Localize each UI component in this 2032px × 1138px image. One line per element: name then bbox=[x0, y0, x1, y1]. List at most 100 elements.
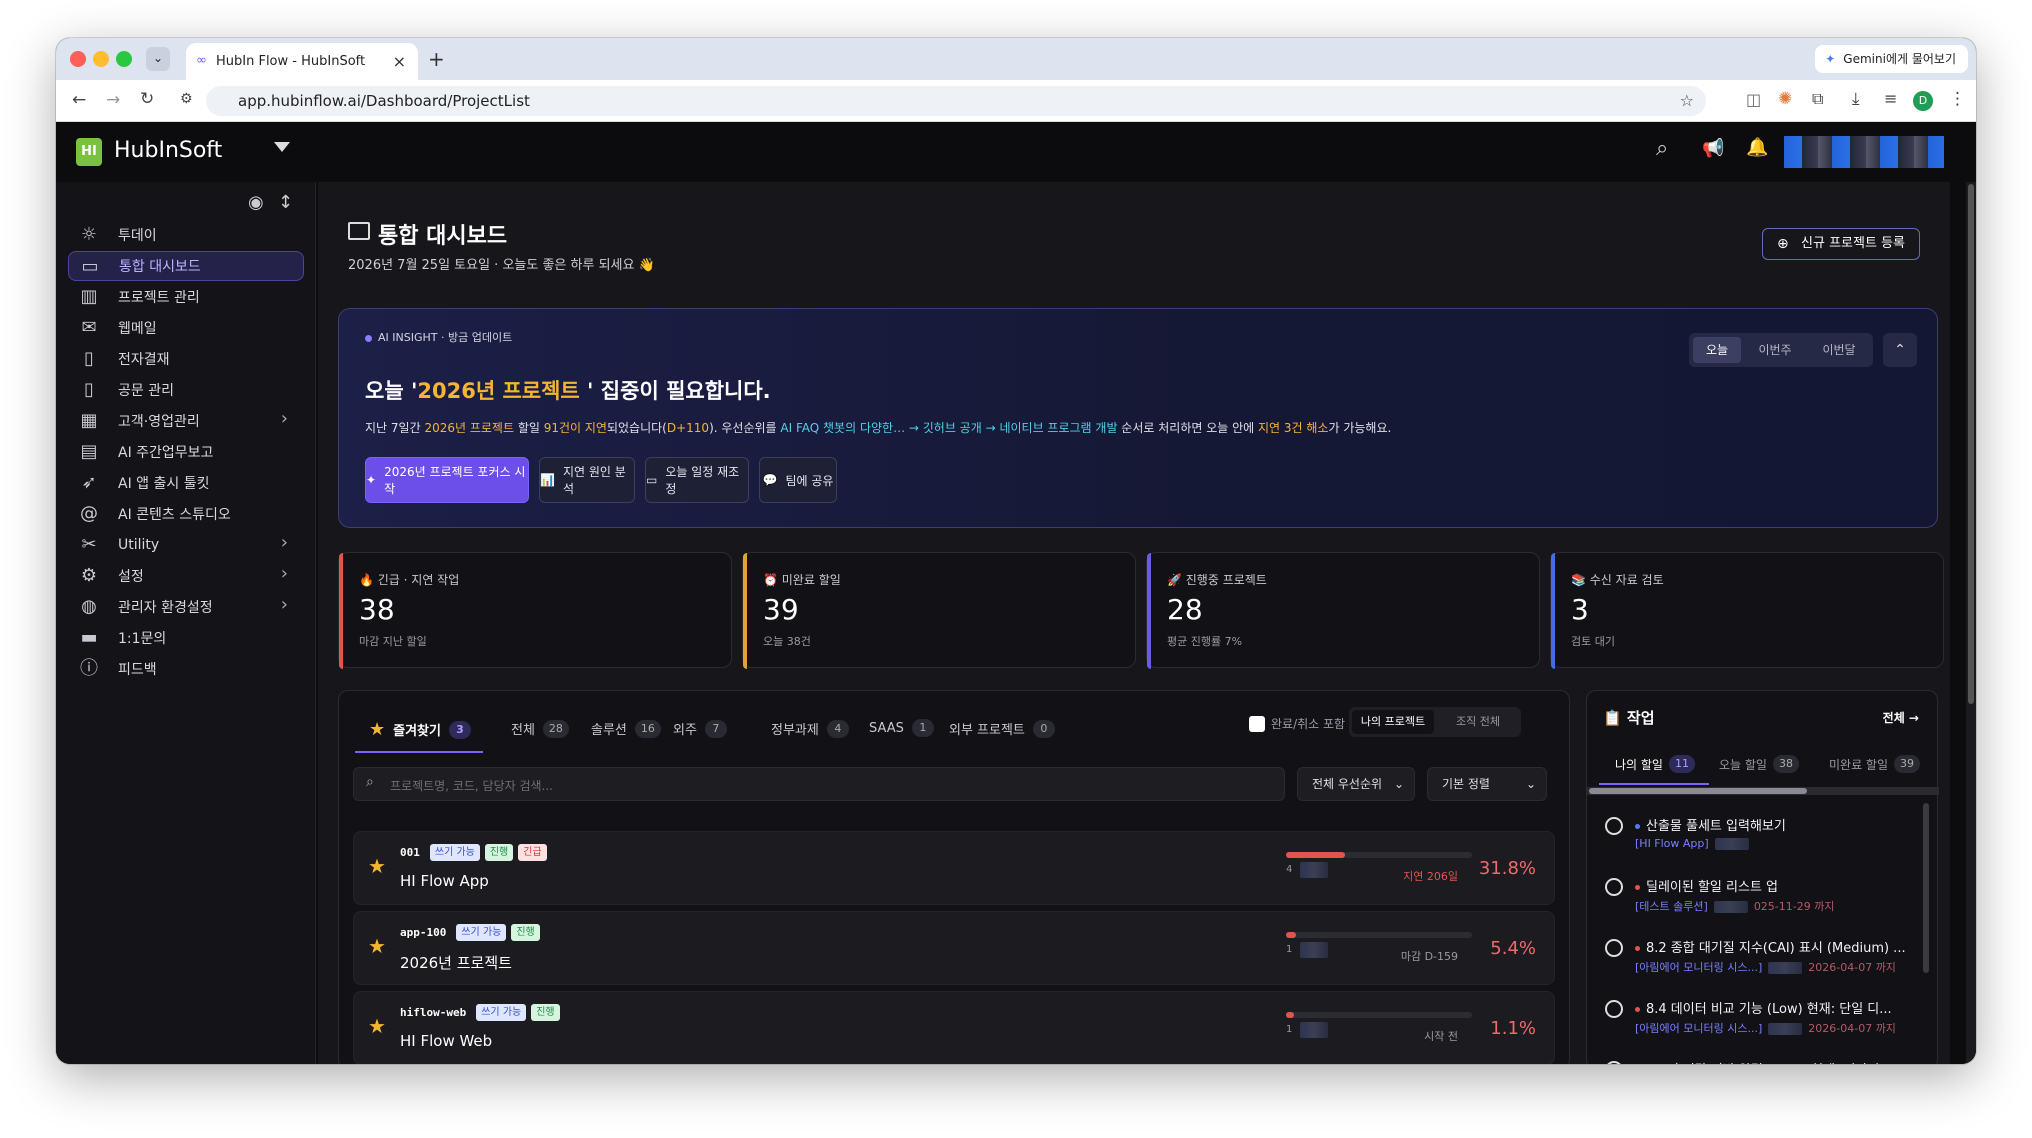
period-tab-month[interactable]: 이번달 bbox=[1811, 337, 1867, 363]
favorite-star-icon[interactable]: ★ bbox=[368, 934, 386, 958]
project-tab-2[interactable]: 솔루션 16 bbox=[591, 719, 661, 738]
scope-org-all[interactable]: 조직 전체 bbox=[1437, 710, 1519, 734]
reload-icon[interactable]: ↻ bbox=[140, 89, 154, 109]
favorite-star-icon[interactable]: ★ bbox=[368, 854, 386, 878]
new-tab-icon[interactable]: + bbox=[428, 47, 445, 71]
task-complete-checkbox[interactable] bbox=[1605, 1061, 1623, 1064]
reading-list-icon[interactable]: ≡ bbox=[1884, 89, 1897, 108]
focus-start-button[interactable]: ✦ 2026년 프로젝트 포커스 시작 bbox=[365, 457, 529, 503]
project-tab-3[interactable]: 외주 7 bbox=[673, 719, 727, 738]
forward-icon[interactable]: → bbox=[106, 90, 120, 110]
site-settings-icon[interactable]: ⚙ bbox=[180, 91, 193, 107]
page-scrollbar-thumb[interactable] bbox=[1968, 184, 1974, 704]
sidebar-item-6[interactable]: ▦ 고객·영업관리 › bbox=[68, 406, 304, 436]
reschedule-button[interactable]: ▭ 오늘 일정 재조정 bbox=[645, 457, 749, 503]
task-tab-0[interactable]: 나의 할일 11 bbox=[1615, 755, 1695, 773]
browser-menu-icon[interactable]: ⋮ bbox=[1949, 89, 1966, 109]
collapse-arrows-icon[interactable]: ↕ bbox=[278, 192, 293, 213]
project-tab-4[interactable]: 정부과제 4 bbox=[771, 719, 849, 738]
sidebar-item-2[interactable]: ▥ 프로젝트 관리 bbox=[68, 282, 304, 312]
favorite-star-icon[interactable]: ★ bbox=[368, 1014, 386, 1038]
task-complete-checkbox[interactable] bbox=[1605, 817, 1623, 835]
tasks-all-link[interactable]: 전체 → bbox=[1883, 709, 1919, 726]
task-vscroll[interactable] bbox=[1923, 803, 1929, 973]
extension-claude-icon[interactable]: ✺ bbox=[1778, 89, 1792, 109]
project-search-input[interactable]: ⌕ 프로젝트명, 코드, 담당자 검색... bbox=[353, 767, 1285, 801]
maximize-window-button[interactable] bbox=[116, 51, 132, 67]
project-row[interactable]: ★ hiflow-web 쓰기 가능 진행 HI Flow Web 1 시작 전 1.1% bbox=[353, 991, 1555, 1064]
task-complete-checkbox[interactable] bbox=[1605, 939, 1623, 957]
task-complete-checkbox[interactable] bbox=[1605, 1000, 1623, 1018]
task-tab-label: 오늘 할일 bbox=[1719, 757, 1767, 772]
bookmark-star-icon[interactable]: ☆ bbox=[1680, 86, 1694, 116]
stat-card[interactable]: 🚀 진행중 프로젝트 28 평균 진행률 7% bbox=[1146, 552, 1540, 669]
minimize-window-button[interactable] bbox=[93, 51, 109, 67]
new-project-button[interactable]: ⊕ 신규 프로젝트 등록 bbox=[1762, 228, 1920, 260]
sidebar-item-5[interactable]: ▯ 공문 관리 bbox=[68, 375, 304, 405]
task-item[interactable]: 8.4 데이터 비교 기능 (Low) 현재: 단일 디... [아림에어 모니터… bbox=[1605, 996, 1915, 1054]
sidebar-item-0[interactable]: ☼ 투데이 bbox=[68, 220, 304, 250]
sidebar-item-14[interactable]: ⓘ 피드백 bbox=[68, 654, 304, 684]
task-hscroll[interactable] bbox=[1587, 787, 1939, 795]
project-tab-0[interactable]: ★ 즐겨찾기 3 bbox=[369, 719, 471, 740]
task-tab-2[interactable]: 미완료 할일 39 bbox=[1829, 755, 1921, 773]
project-row[interactable]: ★ app-100 쓰기 가능 진행 2026년 프로젝트 1 마감 D-159 5.4% bbox=[353, 911, 1555, 985]
sidebar-item-8[interactable]: ➶ AI 앱 출시 툴킷 bbox=[68, 468, 304, 498]
sidebar-item-10[interactable]: ✂ Utility › bbox=[68, 530, 304, 560]
sidebar-item-13[interactable]: ▬ 1:1문의 bbox=[68, 623, 304, 653]
sort-select[interactable]: 기본 정렬 ⌄ bbox=[1427, 767, 1547, 801]
address-bar[interactable]: app.hubinflow.ai/Dashboard/ProjectList ☆ bbox=[206, 86, 1706, 116]
scope-my-projects[interactable]: 나의 프로젝트 bbox=[1352, 710, 1434, 734]
task-item[interactable]: 8.2 종합 대기질 지수(CAI) 표시 (Medium) ... [아림에어 … bbox=[1605, 935, 1915, 993]
project-tab-6[interactable]: 외부 프로젝트 0 bbox=[949, 719, 1055, 738]
stat-card[interactable]: 📚 수신 자료 검토 3 검토 대기 bbox=[1550, 552, 1944, 669]
period-tab-today[interactable]: 오늘 bbox=[1693, 337, 1741, 363]
close-window-button[interactable] bbox=[70, 51, 86, 67]
download-icon[interactable]: ⤓ bbox=[1852, 89, 1860, 109]
project-tab-5[interactable]: SAAS 1 bbox=[869, 719, 934, 737]
focus-target-icon[interactable]: ◉ bbox=[248, 192, 264, 213]
notification-bell-icon[interactable]: 🔔 bbox=[1746, 137, 1768, 158]
announcement-icon[interactable]: 📢 bbox=[1702, 138, 1724, 159]
priority-select[interactable]: 전체 우선순위 ⌄ bbox=[1297, 767, 1415, 801]
camera-icon[interactable]: ◫ bbox=[1746, 90, 1761, 109]
task-item[interactable]: 산출물 풀세트 입력해보기 [HI Flow App] bbox=[1605, 813, 1915, 871]
task-item[interactable]: 딜레이된 할일 리스트 업 [테스트 솔루션] 025-11-29 까지 bbox=[1605, 874, 1915, 932]
stat-card[interactable]: ⏰ 미완료 할일 39 오늘 38건 bbox=[742, 552, 1136, 669]
project-row[interactable]: ★ 001 쓰기 가능 진행 긴급 HI Flow App 4 지연 206일 31.8% bbox=[353, 831, 1555, 905]
close-tab-icon[interactable]: × bbox=[393, 52, 406, 71]
browser-tab[interactable]: ∞ HubIn Flow - HubInSoft × bbox=[186, 43, 418, 80]
sidebar-item-3[interactable]: ✉ 웹메일 bbox=[68, 313, 304, 343]
search-icon[interactable]: ⌕ bbox=[1656, 136, 1668, 161]
workspace-dropdown-icon[interactable] bbox=[274, 142, 290, 152]
task-hscroll-thumb[interactable] bbox=[1589, 788, 1807, 794]
page-scrollbar[interactable] bbox=[1966, 182, 1976, 1064]
task-project: [아림에어 모니터링 시스...] bbox=[1635, 961, 1763, 974]
tab-list-chevron-icon[interactable]: ⌄ bbox=[146, 47, 170, 71]
gemini-button[interactable]: ✦ Gemini에게 물어보기 bbox=[1815, 45, 1968, 73]
sidebar-item-11[interactable]: ⚙ 설정 › bbox=[68, 561, 304, 591]
sidebar-item-12[interactable]: ◍ 관리자 환경설정 › bbox=[68, 592, 304, 622]
sidebar-item-4[interactable]: ▯ 전자결재 bbox=[68, 344, 304, 374]
stat-card[interactable]: 🔥 긴급 · 지연 작업 38 마감 지난 할일 bbox=[338, 552, 732, 669]
profile-avatar[interactable]: D bbox=[1913, 91, 1933, 111]
sidebar-item-7[interactable]: ▤ AI 주간업무보고 bbox=[68, 437, 304, 467]
task-complete-checkbox[interactable] bbox=[1605, 878, 1623, 896]
extensions-icon[interactable]: ⧉ bbox=[1812, 89, 1823, 109]
include-done-checkbox[interactable]: 완료/취소 포함 bbox=[1249, 715, 1345, 732]
back-icon[interactable]: ← bbox=[72, 90, 86, 110]
sidebar-item-9[interactable]: @ AI 콘텐츠 스튜디오 bbox=[68, 499, 304, 529]
share-team-button[interactable]: 💬 팀에 공유 bbox=[759, 457, 837, 503]
collapse-insight-button[interactable]: ⌃ bbox=[1883, 333, 1917, 367]
project-tab-1[interactable]: 전체 28 bbox=[511, 719, 569, 738]
app-root: HI HubInSoft ⌕ 📢 🔔 ◉ ↕ ☼ 투데이 ▭ 통합 대시보드 ▥ 프로젝트… bbox=[56, 122, 1976, 1064]
task-tab-1[interactable]: 오늘 할일 38 bbox=[1719, 755, 1799, 773]
checkbox-box[interactable] bbox=[1249, 715, 1265, 732]
delay-analysis-button[interactable]: 📊 지연 원인 분석 bbox=[539, 457, 635, 503]
progress-track bbox=[1286, 932, 1472, 938]
task-item[interactable]: 5.2 측정값 기반 알림 (High) 현재: 디바이... bbox=[1605, 1057, 1915, 1064]
user-profile-redacted[interactable] bbox=[1784, 136, 1944, 168]
brand-logo[interactable]: HI bbox=[76, 138, 102, 166]
sidebar-item-1[interactable]: ▭ 통합 대시보드 bbox=[68, 251, 304, 281]
period-tab-week[interactable]: 이번주 bbox=[1747, 337, 1803, 363]
